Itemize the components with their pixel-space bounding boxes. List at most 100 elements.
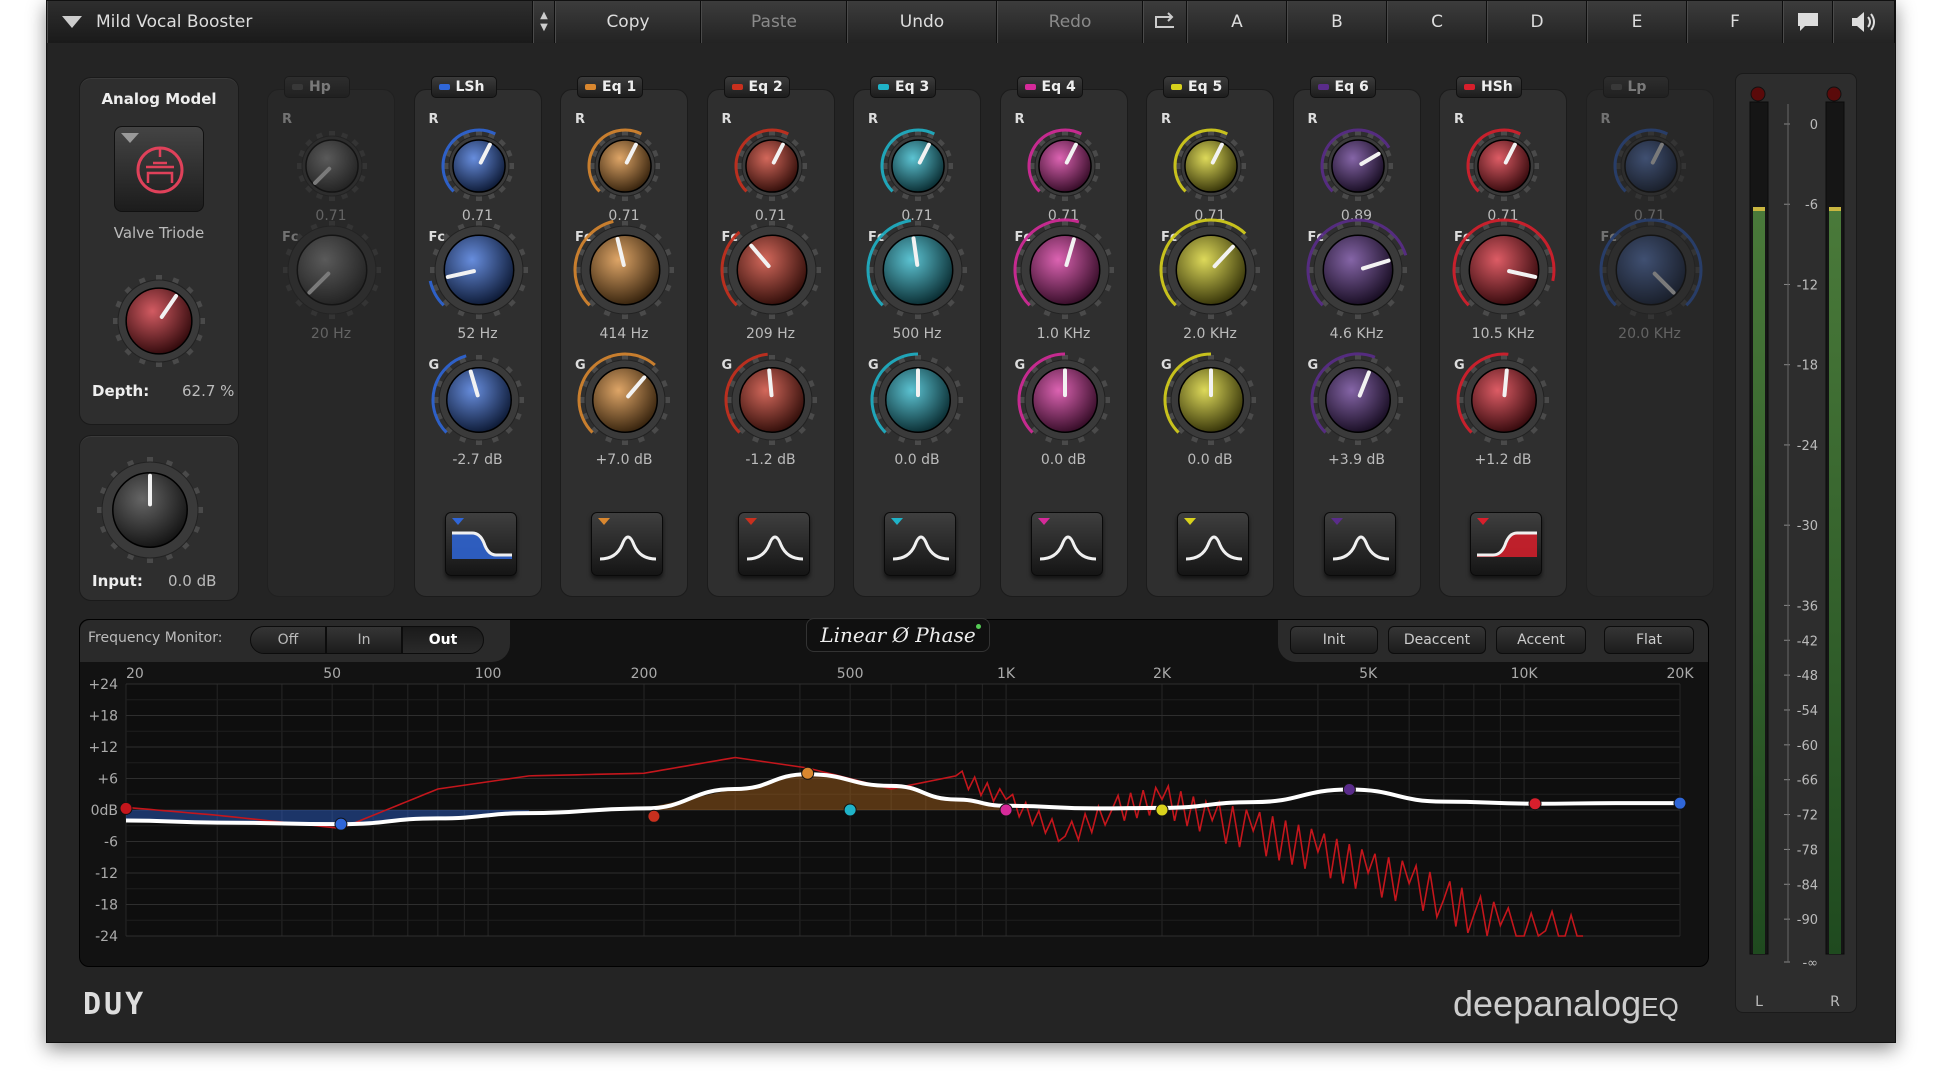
init-button[interactable]: Init [1290, 626, 1378, 654]
band-enable-toggle[interactable]: HSh [1456, 76, 1522, 98]
slot-f-button[interactable]: F [1687, 1, 1783, 43]
band-node-handle[interactable] [647, 809, 661, 823]
resonance-knob[interactable] [1462, 124, 1546, 208]
gain-knob[interactable] [573, 348, 677, 452]
slot-b-button[interactable]: B [1287, 1, 1387, 43]
filter-shape-button[interactable] [1177, 512, 1249, 576]
dropdown-arrow-icon[interactable] [62, 16, 82, 28]
band-enable-toggle[interactable]: Eq 1 [577, 76, 643, 98]
slot-d-button[interactable]: D [1487, 1, 1587, 43]
frequency-knob[interactable] [716, 214, 828, 326]
filter-shape-button[interactable] [444, 512, 517, 576]
gain-tick-label: -18 [95, 898, 118, 914]
frequency-knob[interactable] [1009, 214, 1121, 326]
resonance-knob[interactable] [876, 124, 960, 208]
frequency-knob[interactable] [1155, 214, 1267, 326]
band-led [1024, 84, 1036, 90]
band-enable-toggle[interactable]: Hp [284, 76, 350, 98]
band-enable-toggle[interactable]: Eq 3 [870, 76, 936, 98]
gain-knob[interactable] [866, 348, 970, 452]
band-node-handle[interactable] [1673, 796, 1687, 810]
band-enable-toggle[interactable]: Eq 5 [1163, 76, 1229, 98]
filter-shape-button[interactable] [1323, 512, 1396, 576]
copy-button[interactable]: Copy [555, 1, 701, 43]
band-enable-toggle[interactable]: Eq 6 [1309, 76, 1376, 98]
filter-shape-button[interactable] [884, 512, 956, 576]
band-node-handle[interactable] [801, 766, 815, 780]
frequency-knob[interactable] [569, 214, 681, 326]
band-name: LSh [455, 79, 485, 95]
resonance-knob[interactable] [437, 124, 521, 208]
meter-scale-label: 0 [1810, 118, 1818, 133]
redo-button[interactable]: Redo [997, 1, 1143, 43]
filter-shape-button[interactable] [1030, 512, 1103, 576]
band-node-handle[interactable] [334, 817, 348, 831]
filter-shape-button[interactable] [1470, 512, 1542, 576]
band-enable-toggle[interactable]: Eq 2 [723, 76, 790, 98]
resonance-knob[interactable] [583, 124, 667, 208]
linear-phase-toggle[interactable]: Linear Ø Phase [806, 618, 990, 652]
gain-knob[interactable] [1159, 348, 1263, 452]
band-enable-toggle[interactable]: Lp [1602, 76, 1669, 98]
band-led [1171, 84, 1182, 90]
duy-logo: DUY [83, 987, 147, 1022]
deaccent-button[interactable]: Deaccent [1388, 626, 1486, 654]
frequency-knob[interactable] [862, 214, 974, 326]
clip-led-left[interactable] [1750, 86, 1766, 102]
band-node-handle[interactable] [999, 803, 1013, 817]
clip-led-right[interactable] [1826, 86, 1842, 102]
preset-up-icon[interactable]: ▲ [540, 10, 548, 22]
preset-selector[interactable]: Mild Vocal Booster [47, 1, 533, 43]
gain-value: +7.0 dB [595, 452, 653, 468]
resonance-knob[interactable] [1023, 124, 1107, 208]
gain-knob[interactable] [1452, 348, 1556, 452]
gain-knob[interactable] [427, 348, 531, 452]
meter-scale-label: -84 [1797, 878, 1818, 893]
flat-button[interactable]: Flat [1604, 626, 1694, 654]
frequency-knob[interactable] [1595, 214, 1707, 326]
depth-knob[interactable] [106, 268, 212, 374]
undo-button[interactable]: Undo [847, 1, 997, 43]
band-node-handle[interactable] [1342, 783, 1356, 797]
resonance-knob[interactable] [730, 124, 814, 208]
slot-c-button[interactable]: C [1387, 1, 1487, 43]
monitor-off-button[interactable]: Off [250, 626, 326, 654]
gain-knob[interactable] [1306, 348, 1410, 452]
resonance-knob[interactable] [1169, 124, 1253, 208]
band-node-handle[interactable] [1528, 797, 1542, 811]
accent-button[interactable]: Accent [1496, 626, 1586, 654]
gain-knob[interactable] [720, 348, 824, 452]
frequency-value: 2.0 KHz [1183, 326, 1237, 342]
resonance-knob[interactable] [1609, 124, 1693, 208]
audition-button[interactable] [1833, 1, 1895, 43]
resonance-knob[interactable] [1316, 124, 1400, 208]
preset-down-icon[interactable]: ▼ [540, 22, 548, 34]
analog-model-selector[interactable] [114, 126, 204, 212]
frequency-graph[interactable]: 20 50 100 200 500 1K 2K 5K 10K 20K +24 +18 +12 +6 0dB -… [80, 662, 1710, 966]
monitor-out-button[interactable]: Out [402, 626, 484, 654]
frequency-knob[interactable] [1448, 214, 1560, 326]
frequency-knob[interactable] [1302, 214, 1414, 326]
ab-swap-button[interactable] [1143, 1, 1187, 43]
slot-e-button[interactable]: E [1587, 1, 1687, 43]
input-knob[interactable] [90, 450, 210, 570]
frequency-knob[interactable] [276, 214, 388, 326]
frequency-knob[interactable] [423, 214, 535, 326]
monitor-in-button[interactable]: In [326, 626, 402, 654]
slot-a-button[interactable]: A [1187, 1, 1287, 43]
gain-knob[interactable] [1013, 348, 1117, 452]
band-enable-toggle[interactable]: LSh [430, 76, 497, 98]
paste-button[interactable]: Paste [701, 1, 847, 43]
band-led [585, 84, 596, 90]
filter-shape-button[interactable] [591, 512, 663, 576]
band-node-handle[interactable] [119, 801, 133, 815]
chat-button[interactable] [1783, 1, 1833, 43]
band-node-handle[interactable] [843, 803, 857, 817]
product-name: deepanalog [1453, 983, 1642, 1024]
shape-marker-icon [1037, 518, 1050, 525]
preset-step-arrows[interactable]: ▲ ▼ [533, 1, 555, 43]
band-enable-toggle[interactable]: Eq 4 [1016, 76, 1083, 98]
band-node-handle[interactable] [1155, 803, 1169, 817]
filter-shape-button[interactable] [737, 512, 810, 576]
resonance-knob[interactable] [290, 124, 374, 208]
